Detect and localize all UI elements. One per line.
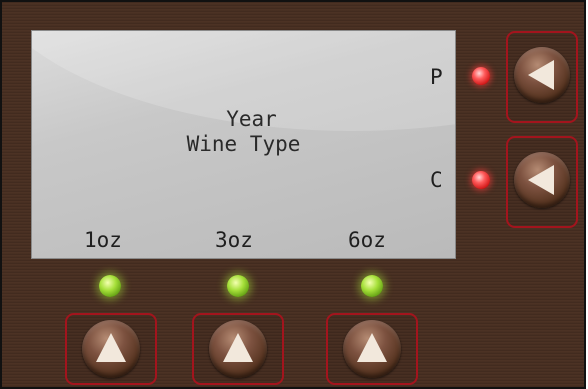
screen-line-year: Year [226, 107, 277, 131]
p-button[interactable] [506, 31, 578, 123]
c-button[interactable] [506, 136, 578, 228]
triangle-up-icon [223, 333, 253, 362]
screen-line-wine-type: Wine Type [186, 132, 301, 156]
label-p: P [430, 65, 443, 89]
pour-3oz-knob [209, 320, 267, 378]
c-button-knob [514, 152, 570, 208]
p-button-knob [514, 47, 570, 103]
triangle-up-icon [357, 333, 387, 362]
triangle-left-icon [528, 60, 554, 90]
pour-1oz-button[interactable] [65, 313, 157, 385]
label-c: C [430, 168, 443, 192]
pour-6oz-button[interactable] [326, 313, 418, 385]
pour-1oz-knob [82, 320, 140, 378]
pour-6oz-knob [343, 320, 401, 378]
led-p-red [472, 67, 490, 85]
led-c-red [472, 171, 490, 189]
led-1oz-green [99, 275, 121, 297]
led-3oz-green [227, 275, 249, 297]
label-3oz: 3oz [215, 228, 253, 252]
label-6oz: 6oz [348, 228, 386, 252]
dispenser-panel: Year Wine Type P C 1oz 3oz 6oz [0, 0, 586, 389]
lcd-screen: Year Wine Type P C 1oz 3oz 6oz [31, 30, 456, 259]
label-1oz: 1oz [84, 228, 122, 252]
triangle-up-icon [96, 333, 126, 362]
pour-3oz-button[interactable] [192, 313, 284, 385]
led-6oz-green [361, 275, 383, 297]
triangle-left-icon [528, 165, 554, 195]
